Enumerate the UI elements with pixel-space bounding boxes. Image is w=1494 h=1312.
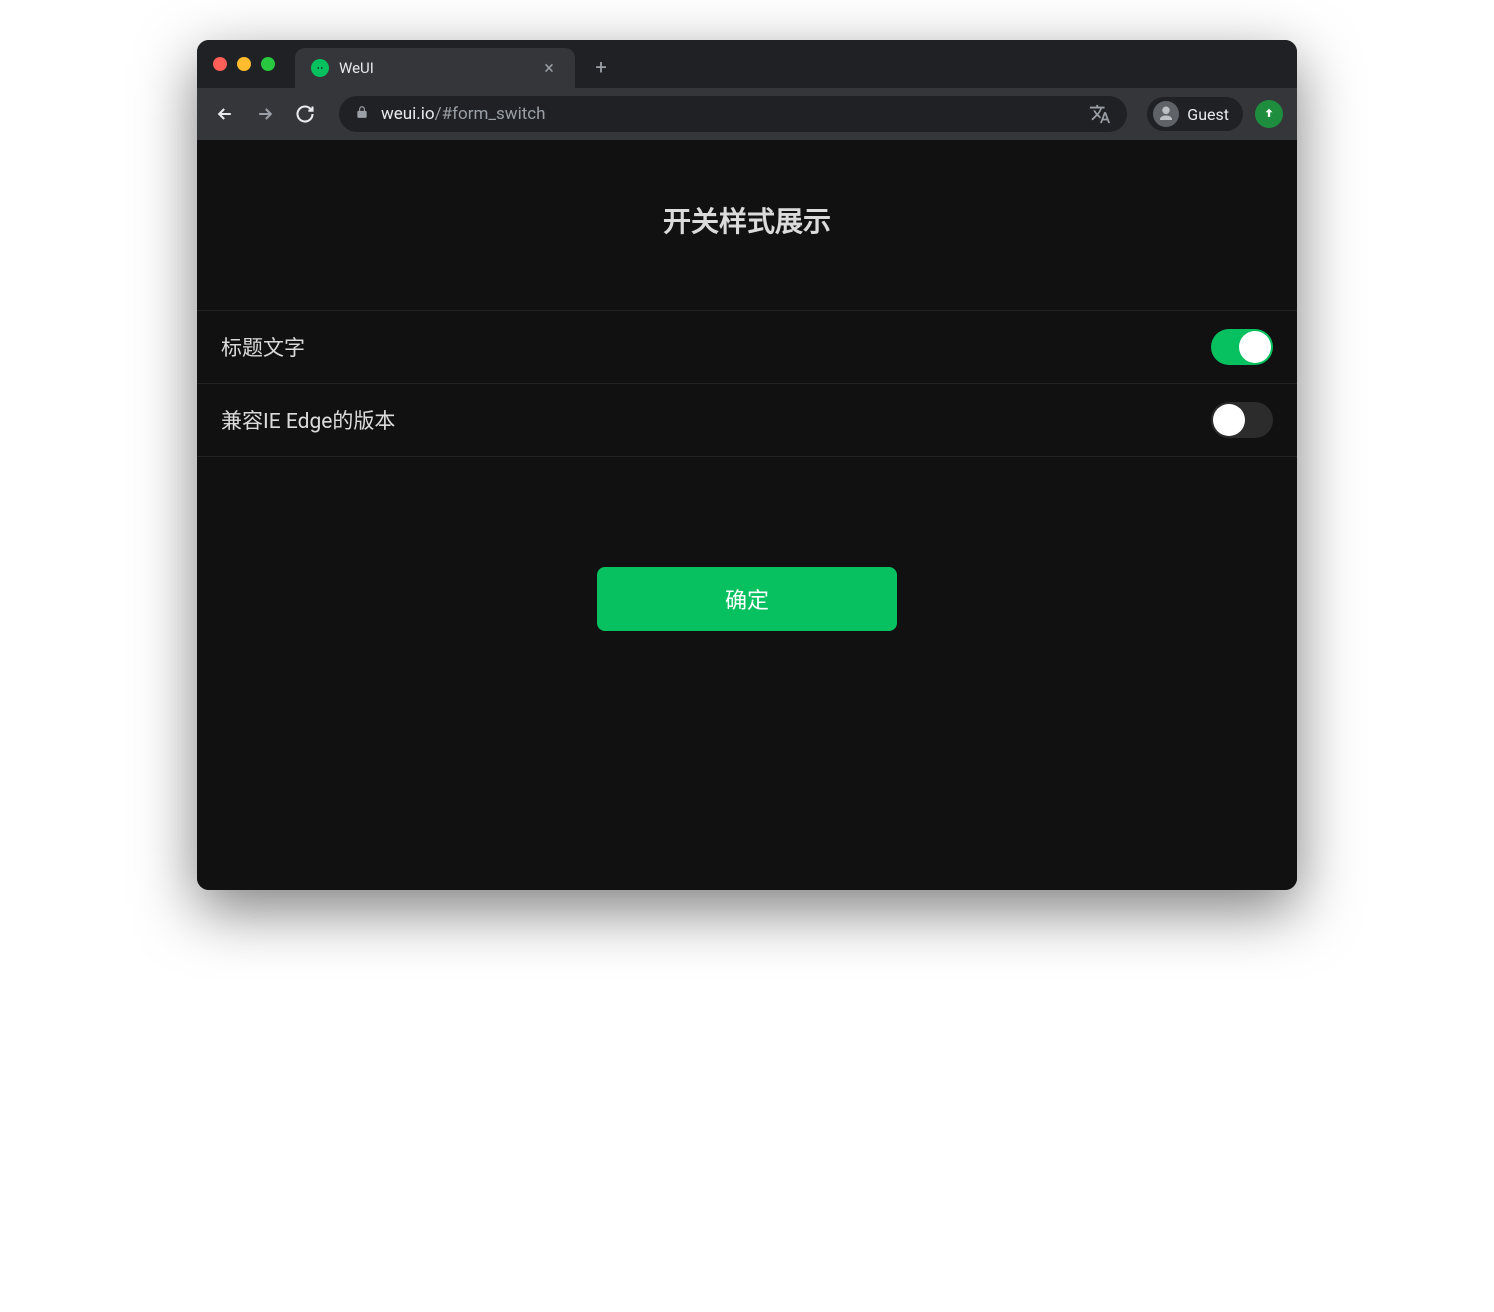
browser-toolbar: weui.io/#form_switch Guest <box>197 88 1297 140</box>
close-icon[interactable]: × <box>539 58 559 79</box>
confirm-button[interactable]: 确定 <box>597 567 897 631</box>
avatar-icon <box>1153 101 1179 127</box>
switch-cell: 标题文字 <box>197 311 1297 384</box>
translate-icon[interactable] <box>1089 103 1111 125</box>
wechat-icon <box>311 59 329 77</box>
switch-knob <box>1213 404 1245 436</box>
back-button[interactable] <box>211 100 239 128</box>
url-text: weui.io/#form_switch <box>381 104 546 124</box>
cell-label: 标题文字 <box>221 332 305 362</box>
switch-cells: 标题文字 兼容IE Edge的版本 <box>197 310 1297 457</box>
switch-toggle[interactable] <box>1211 402 1273 438</box>
lock-icon <box>355 105 369 123</box>
switch-knob <box>1239 331 1271 363</box>
button-area: 确定 <box>197 457 1297 631</box>
switch-cell: 兼容IE Edge的版本 <box>197 384 1297 457</box>
window-maximize-button[interactable] <box>261 57 275 71</box>
switch-toggle[interactable] <box>1211 329 1273 365</box>
tab-bar: WeUI × + <box>197 40 1297 88</box>
reload-button[interactable] <box>291 100 319 128</box>
forward-button[interactable] <box>251 100 279 128</box>
address-bar[interactable]: weui.io/#form_switch <box>339 96 1127 132</box>
new-tab-button[interactable]: + <box>587 53 615 81</box>
cell-label: 兼容IE Edge的版本 <box>221 405 395 435</box>
window-close-button[interactable] <box>213 57 227 71</box>
browser-tab[interactable]: WeUI × <box>295 48 575 88</box>
page-title: 开关样式展示 <box>197 200 1297 240</box>
tab-title: WeUI <box>339 59 529 77</box>
window-minimize-button[interactable] <box>237 57 251 71</box>
update-badge[interactable] <box>1255 100 1283 128</box>
page-content: 开关样式展示 标题文字 兼容IE Edge的版本 确定 <box>197 140 1297 890</box>
window-controls <box>213 57 275 71</box>
profile-chip[interactable]: Guest <box>1147 97 1243 131</box>
profile-label: Guest <box>1187 105 1229 124</box>
browser-window: WeUI × + weui.io/#form_switch <box>197 40 1297 890</box>
